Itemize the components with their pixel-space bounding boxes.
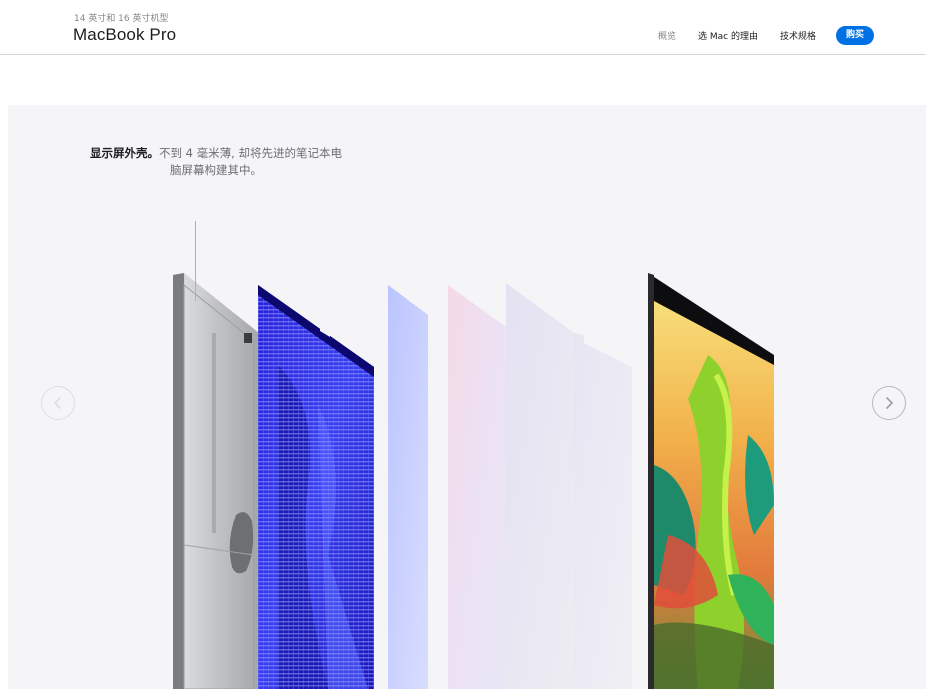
- optical-film-layer-3: [506, 283, 574, 689]
- optical-film-layer-1: [388, 285, 428, 689]
- caption-body: 不到 4 毫米薄, 却将先进的笔记本电脑屏幕构建其中。: [159, 146, 342, 177]
- optical-film-layer-4: [574, 333, 632, 689]
- gallery-caption: 显示屏外壳。不到 4 毫米薄, 却将先进的笔记本电脑屏幕构建其中。: [86, 145, 346, 179]
- caption-headline: 显示屏外壳。: [90, 146, 160, 160]
- local-nav: 14 英寸和 16 英寸机型 MacBook Pro 概览 选 Mac 的理由 …: [0, 0, 926, 55]
- lcd-layer: [258, 285, 374, 689]
- exploded-display-illustration: [173, 273, 774, 689]
- finished-display-layer: [648, 273, 774, 689]
- nav-link-tech-specs[interactable]: 技术规格: [780, 29, 816, 42]
- chevron-left-icon: [54, 397, 61, 409]
- gallery-next-button[interactable]: [872, 386, 906, 420]
- caption-leader-line: [195, 221, 196, 301]
- product-title[interactable]: MacBook Pro: [73, 25, 176, 45]
- buy-button[interactable]: 购买: [835, 25, 874, 45]
- nav-links: 概览 选 Mac 的理由 技术规格 购买: [636, 25, 874, 45]
- gallery-previous-button[interactable]: [41, 386, 75, 420]
- nav-link-why-mac[interactable]: 选 Mac 的理由: [698, 29, 758, 42]
- chevron-right-icon: [886, 397, 893, 409]
- optical-film-layer-2: [448, 285, 506, 689]
- product-subtitle: 14 英寸和 16 英寸机型: [74, 14, 169, 24]
- display-layers-gallery: 显示屏外壳。不到 4 毫米薄, 却将先进的笔记本电脑屏幕构建其中。: [8, 105, 926, 689]
- aluminum-enclosure-layer: [173, 273, 259, 689]
- nav-link-overview[interactable]: 概览: [658, 29, 676, 42]
